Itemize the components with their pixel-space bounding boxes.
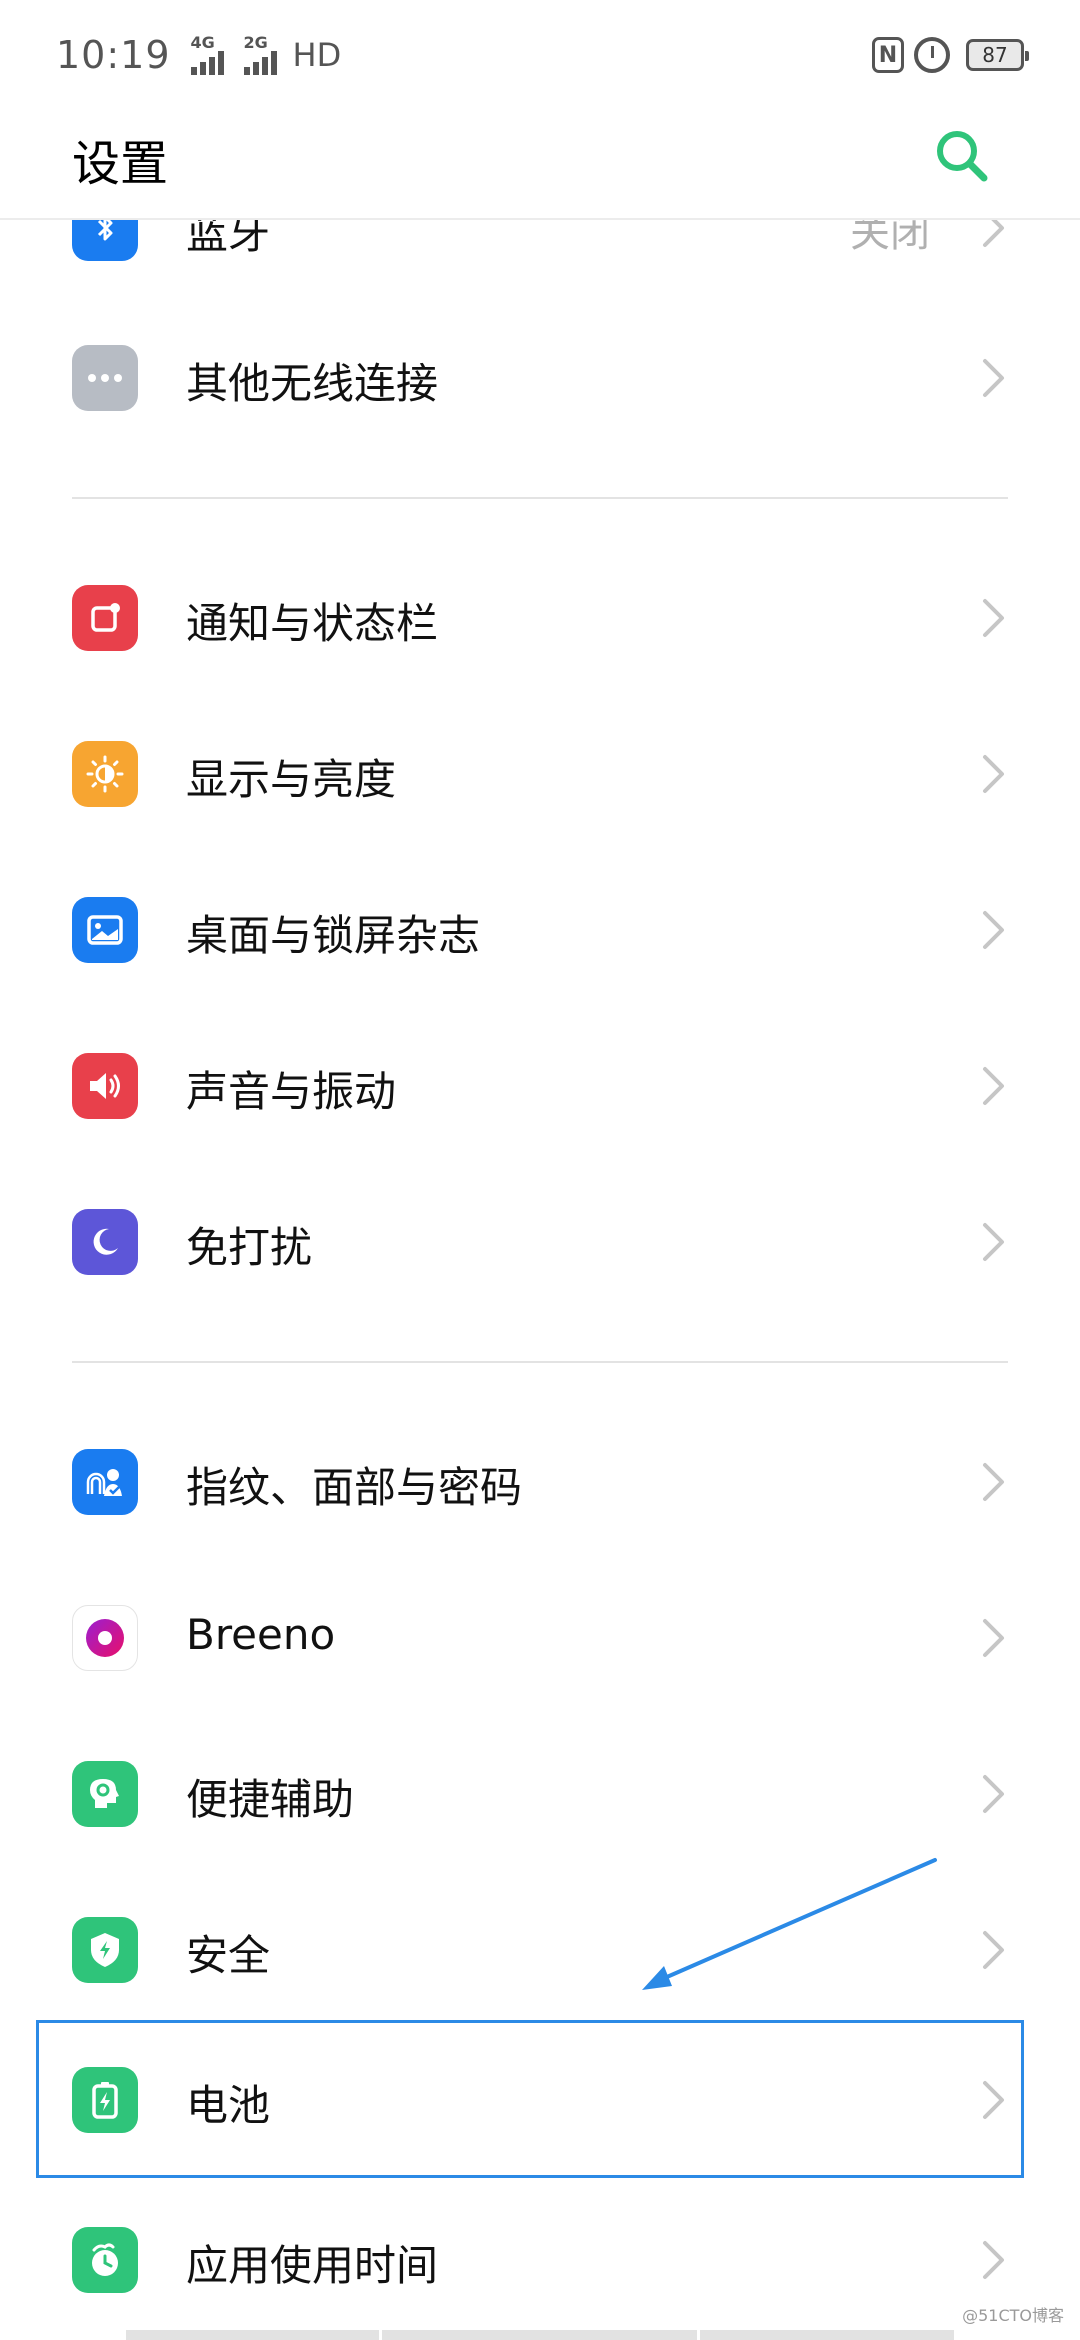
section-divider xyxy=(72,1361,1008,1363)
speaker-icon xyxy=(72,1053,138,1119)
settings-item-label: 安全 xyxy=(186,1931,271,1980)
settings-item-security[interactable]: 安全 xyxy=(0,1872,1080,2028)
settings-item-label: Breeno xyxy=(186,1610,336,1659)
settings-list: 蓝牙 关闭 其他无线连接 通知与状态栏 显示与亮度 桌面与锁屏杂志 声音与振动 … xyxy=(0,0,1080,2340)
wallpaper-icon xyxy=(72,897,138,963)
settings-item-label: 通知与状态栏 xyxy=(186,599,439,648)
settings-item-accessibility[interactable]: 便捷辅助 xyxy=(0,1716,1080,1872)
app-time-icon xyxy=(72,2227,138,2293)
settings-item-label: 指纹、面部与密码 xyxy=(186,1463,523,1512)
notification-icon xyxy=(72,585,138,651)
chevron-right-icon xyxy=(983,1067,1004,1105)
chevron-right-icon xyxy=(983,2241,1004,2279)
search-button[interactable] xyxy=(930,124,994,188)
settings-item-label: 便捷辅助 xyxy=(186,1775,355,1824)
chevron-right-icon xyxy=(983,1619,1004,1657)
moon-icon xyxy=(72,1209,138,1275)
brightness-icon xyxy=(72,741,138,807)
settings-item-label: 免打扰 xyxy=(186,1223,313,1272)
settings-item-label: 声音与振动 xyxy=(186,1067,397,1116)
assist-icon xyxy=(72,1761,138,1827)
chevron-right-icon xyxy=(983,1223,1004,1261)
breeno-icon xyxy=(72,1605,138,1671)
settings-item-app-usage[interactable]: 应用使用时间 xyxy=(0,2182,1080,2338)
search-icon xyxy=(937,131,988,182)
settings-item-display[interactable]: 显示与亮度 xyxy=(0,696,1080,852)
more-icon xyxy=(72,345,138,411)
section-divider xyxy=(72,497,1008,499)
chevron-right-icon xyxy=(983,911,1004,949)
chevron-right-icon xyxy=(983,1775,1004,1813)
page-title: 设置 xyxy=(72,136,169,192)
app-header: 设置 xyxy=(0,110,1080,220)
settings-item-other-wireless[interactable]: 其他无线连接 xyxy=(0,300,1080,456)
settings-item-label: 其他无线连接 xyxy=(186,359,439,408)
highlight-box xyxy=(36,2020,1024,2178)
chevron-right-icon xyxy=(983,1463,1004,1501)
settings-item-notifications[interactable]: 通知与状态栏 xyxy=(0,540,1080,696)
chevron-right-icon xyxy=(983,1931,1004,1969)
fingerprint-icon xyxy=(72,1449,138,1515)
settings-item-label: 应用使用时间 xyxy=(186,2241,439,2290)
settings-item-do-not-disturb[interactable]: 免打扰 xyxy=(0,1164,1080,1320)
settings-item-breeno[interactable]: Breeno xyxy=(0,1560,1080,1716)
settings-item-label: 显示与亮度 xyxy=(186,755,397,804)
settings-item-sound[interactable]: 声音与振动 xyxy=(0,1008,1080,1164)
watermark: @51CTO博客 xyxy=(962,2306,1064,2325)
shield-icon xyxy=(72,1917,138,1983)
settings-item-fingerprint[interactable]: 指纹、面部与密码 xyxy=(0,1404,1080,1560)
settings-item-label: 桌面与锁屏杂志 xyxy=(186,911,481,960)
chevron-right-icon xyxy=(983,599,1004,637)
settings-item-wallpaper[interactable]: 桌面与锁屏杂志 xyxy=(0,852,1080,1008)
chevron-right-icon xyxy=(983,359,1004,397)
chevron-right-icon xyxy=(983,755,1004,793)
